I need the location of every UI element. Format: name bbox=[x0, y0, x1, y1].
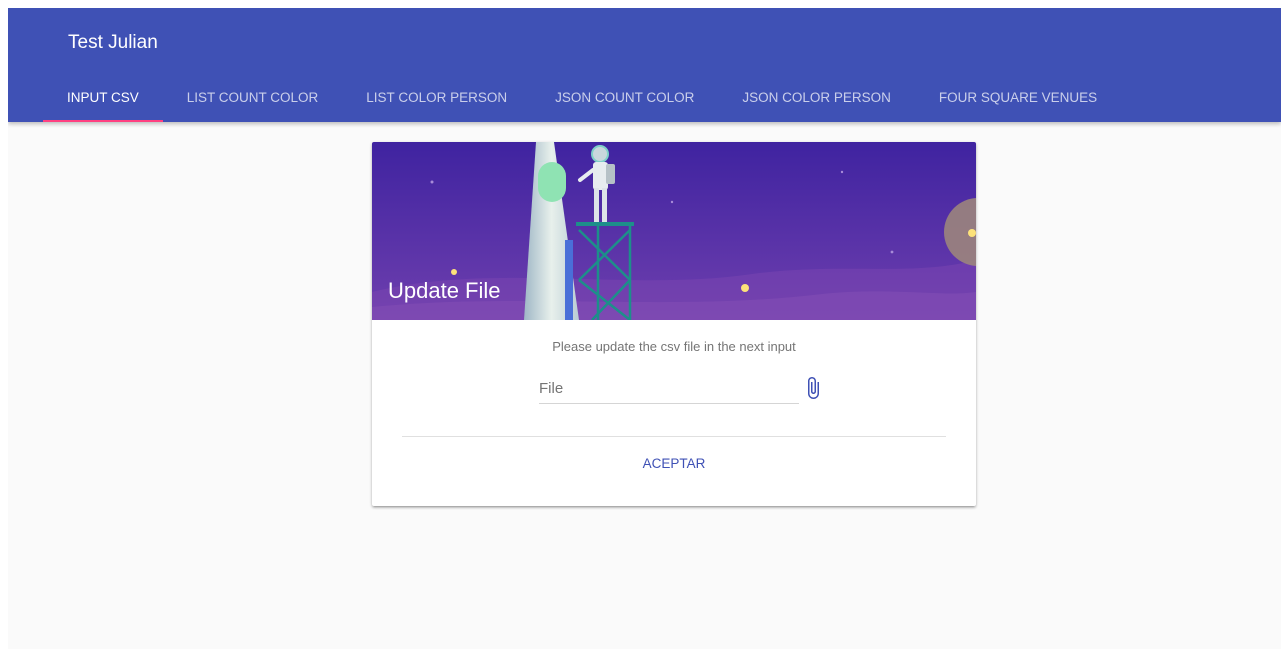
tab-label: JSON COUNT COLOR bbox=[555, 90, 695, 105]
tab-json-count-color[interactable]: JSON COUNT COLOR bbox=[531, 80, 718, 122]
app-title: Test Julian bbox=[68, 32, 158, 53]
app-toolbar: Test Julian INPUT CSV LIST COUNT COLOR L… bbox=[8, 8, 1281, 122]
file-input[interactable] bbox=[539, 374, 799, 404]
tab-label: LIST COLOR PERSON bbox=[366, 90, 508, 105]
tab-four-square-venues[interactable]: FOUR SQUARE VENUES bbox=[915, 80, 1121, 122]
tab-bar: INPUT CSV LIST COUNT COLOR LIST COLOR PE… bbox=[43, 80, 1121, 122]
tab-label: JSON COLOR PERSON bbox=[742, 90, 891, 105]
tab-label: INPUT CSV bbox=[67, 90, 139, 105]
card-media: Update File bbox=[372, 142, 976, 320]
active-tab-indicator bbox=[43, 120, 163, 122]
tab-json-color-person[interactable]: JSON COLOR PERSON bbox=[718, 80, 915, 122]
card-title: Update File bbox=[388, 278, 501, 303]
tab-list-count-color[interactable]: LIST COUNT COLOR bbox=[163, 80, 343, 122]
app-frame: Test Julian INPUT CSV LIST COUNT COLOR L… bbox=[8, 8, 1281, 649]
tab-list-color-person[interactable]: LIST COLOR PERSON bbox=[342, 80, 531, 122]
upload-card: Update File Please update the csv file i… bbox=[372, 142, 976, 506]
attach-file-button[interactable] bbox=[801, 376, 825, 400]
card-divider bbox=[402, 436, 946, 437]
card-supporting-text: Please update the csv file in the next i… bbox=[552, 339, 796, 354]
tab-label: LIST COUNT COLOR bbox=[186, 90, 319, 105]
accept-button[interactable]: ACEPTAR bbox=[624, 453, 724, 475]
file-field bbox=[539, 374, 829, 404]
tab-input-csv[interactable]: INPUT CSV bbox=[43, 80, 163, 122]
tab-label: FOUR SQUARE VENUES bbox=[938, 90, 1098, 105]
attach-file-icon bbox=[808, 377, 819, 399]
